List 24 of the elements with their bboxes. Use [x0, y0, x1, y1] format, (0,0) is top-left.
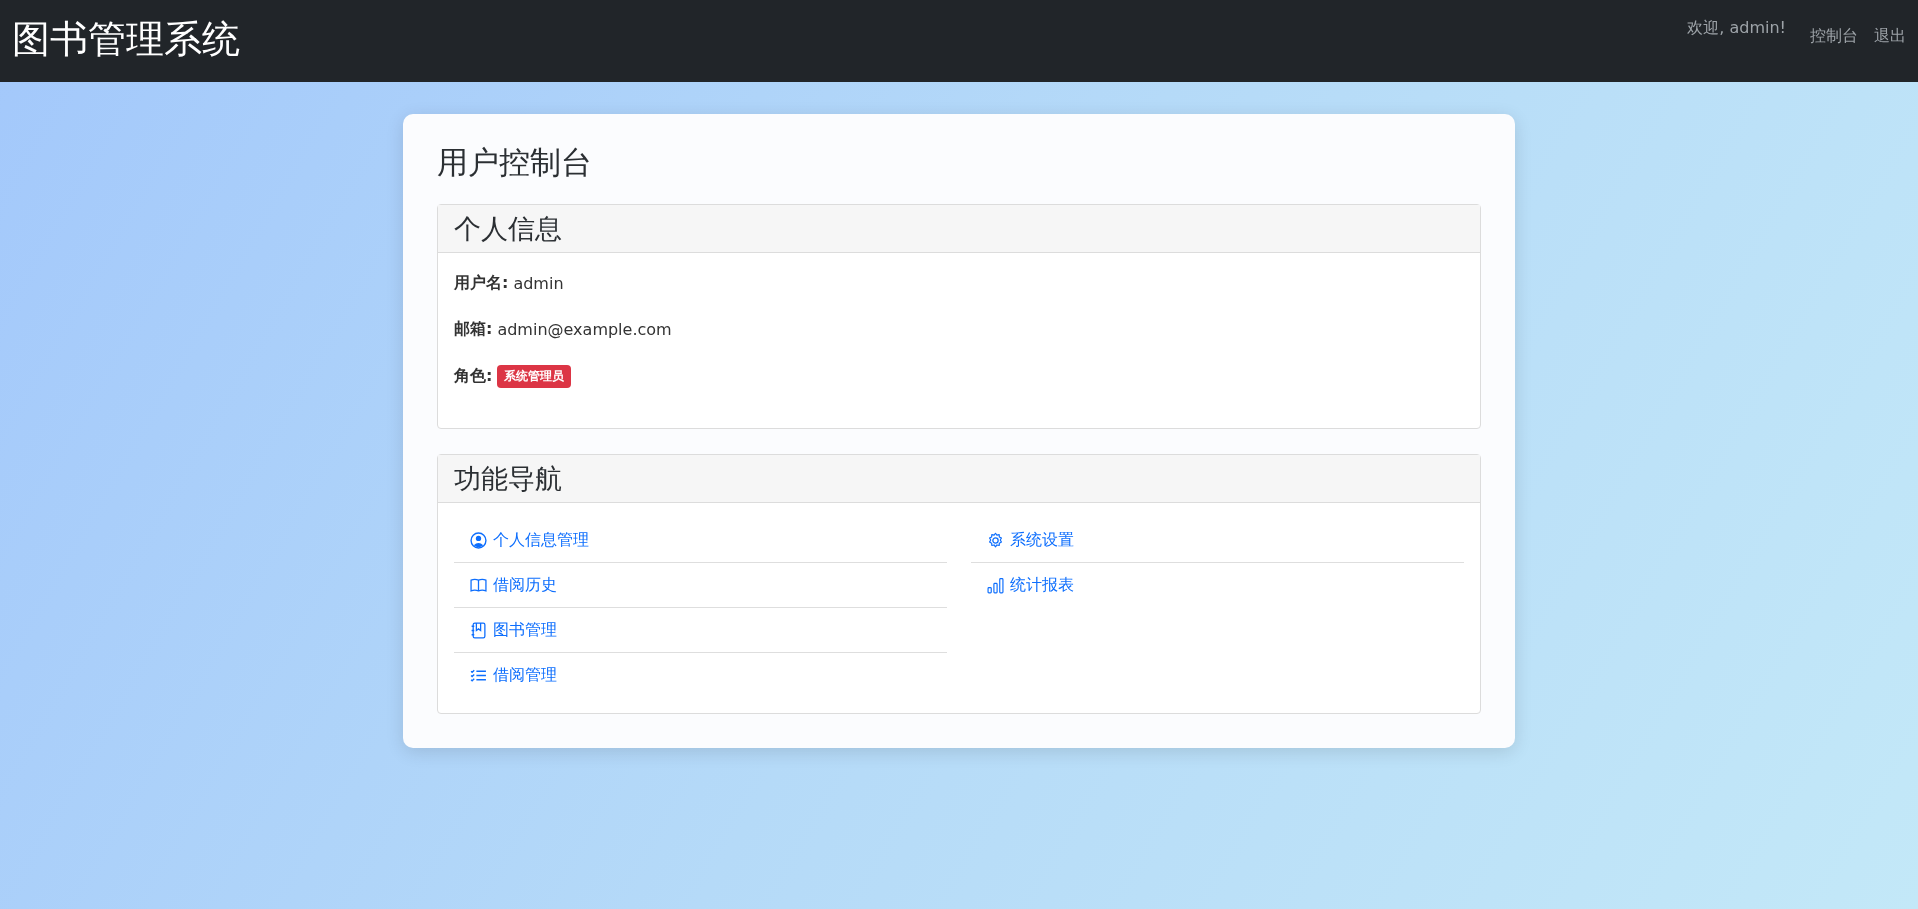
role-badge: 系统管理员 [497, 365, 572, 388]
feature-link[interactable]: 统计报表 [971, 563, 1464, 607]
feature-link[interactable]: 借阅历史 [454, 563, 947, 608]
feature-link[interactable]: 系统设置 [971, 518, 1464, 563]
feature-link[interactable]: 个人信息管理 [454, 518, 947, 563]
nav-link[interactable]: 控制台 [1810, 26, 1858, 47]
feature-link[interactable]: 图书管理 [454, 608, 947, 653]
field-label: 邮箱: [454, 319, 493, 340]
nav-link[interactable]: 退出 [1874, 26, 1906, 47]
notebook-icon [470, 621, 487, 639]
open-book-icon [470, 576, 487, 594]
bar-chart-icon [987, 576, 1004, 594]
site-brand[interactable]: 图书管理系统 [12, 14, 240, 65]
field-value: admin@example.com [497, 320, 672, 339]
field-label: 角色: [454, 366, 493, 387]
settings-icon [987, 531, 1004, 549]
page-title: 用户控制台 [437, 143, 593, 182]
panel-title: 功能导航 [438, 455, 1480, 503]
feature-link[interactable]: 借阅管理 [454, 653, 947, 697]
field-value: admin [513, 274, 564, 293]
panel-title: 个人信息 [438, 205, 1480, 253]
welcome-text: 欢迎, admin! [1687, 18, 1786, 39]
person-circle-icon [470, 531, 487, 549]
field-label: 用户名: [454, 273, 509, 294]
